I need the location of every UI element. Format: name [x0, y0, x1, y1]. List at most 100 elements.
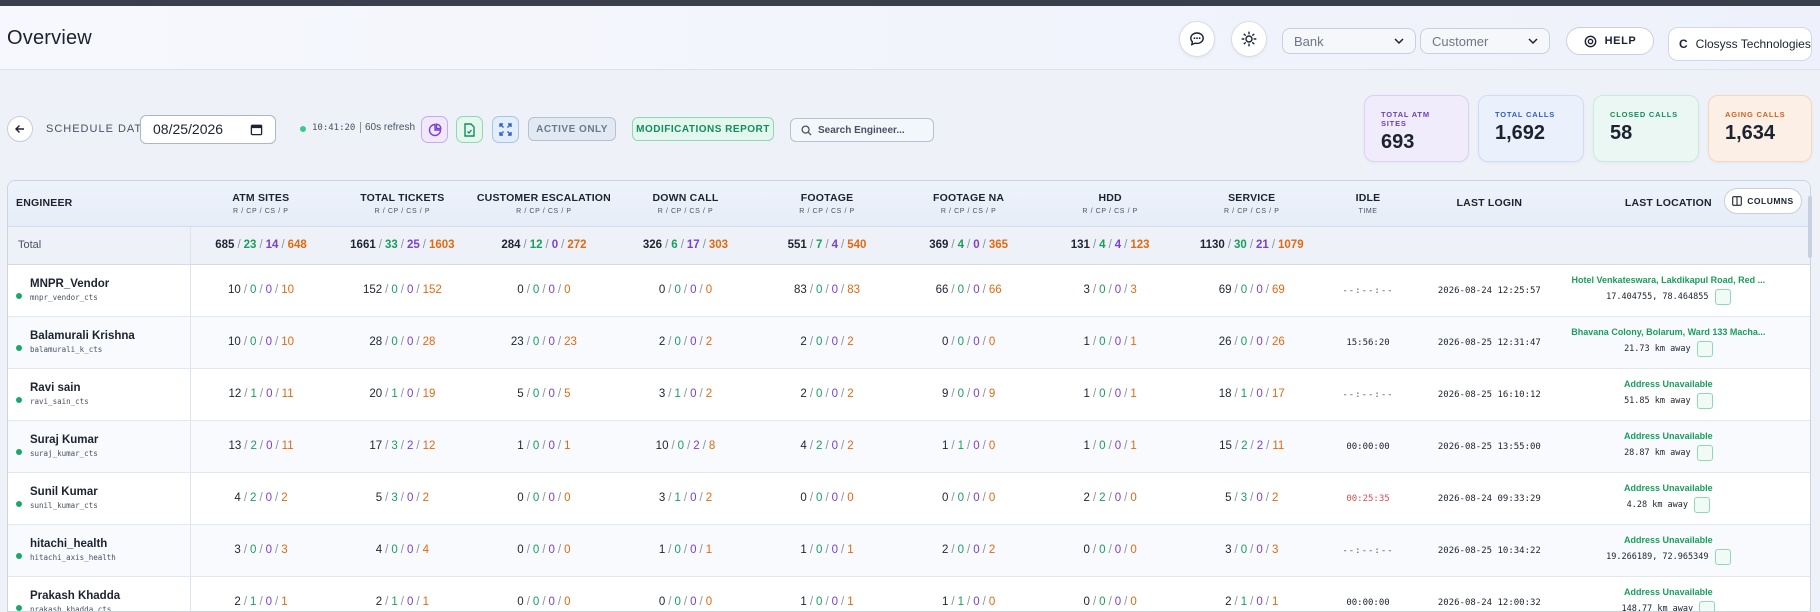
- schedule-date-input[interactable]: 08/25/2026: [140, 115, 276, 144]
- table-row[interactable]: Balamurali Krishna balamurali_k_cts 10/0/0…: [8, 316, 1810, 369]
- count-cp: 2: [816, 440, 823, 452]
- header-footage-na[interactable]: FOOTAGE NA R / CP / CS / P: [897, 181, 1040, 227]
- separator: /: [951, 596, 955, 608]
- table-scrollbar[interactable]: [1808, 196, 1812, 258]
- engineer-cell[interactable]: Balamurali Krishna balamurali_k_cts: [8, 316, 191, 369]
- header-engineer[interactable]: ENGINEER: [8, 181, 191, 227]
- count-r: 12: [228, 388, 242, 400]
- header-total-tickets[interactable]: TOTAL TICKETS R / CP / CS / P: [331, 181, 474, 227]
- separator: /: [385, 336, 389, 348]
- separator: /: [243, 336, 248, 348]
- separator: /: [400, 336, 404, 348]
- count-p: 0: [1130, 544, 1137, 556]
- idle-time: --:--:--: [1342, 286, 1394, 296]
- count-r: 1: [658, 544, 666, 556]
- table-row[interactable]: Suraj Kumar suraj_kumar_cts 13/2/0/11 17/3/…: [8, 420, 1810, 473]
- help-button[interactable]: HELP: [1566, 27, 1654, 55]
- engineer-cell[interactable]: Prakash Khadda prakash_khadda_cts: [8, 576, 191, 611]
- count-cs: 0: [406, 388, 414, 400]
- count-cs: 0: [831, 388, 839, 400]
- engineer-cell[interactable]: hitachi_health hitachi_axis_health: [8, 524, 191, 577]
- down-cell: 0/0/0/0: [614, 264, 757, 317]
- map-pin-button[interactable]: [1714, 549, 1731, 565]
- hdd-cell: 0/0/0/0: [1039, 576, 1181, 611]
- header-atm-sites[interactable]: ATM SITES R / CP / CS / P: [190, 181, 332, 227]
- calendar-icon[interactable]: [250, 123, 263, 136]
- header-hdd[interactable]: HDD R / CP / CS / P: [1039, 181, 1181, 227]
- header-idle[interactable]: IDLE TIME: [1322, 181, 1414, 227]
- separator: /: [1250, 388, 1254, 400]
- header-footage[interactable]: FOOTAGE R / CP / CS / P: [756, 181, 898, 227]
- atm-cell: 10/0/0/10: [190, 264, 332, 317]
- back-button[interactable]: [7, 116, 33, 142]
- map-pin-button[interactable]: [1696, 341, 1713, 357]
- header-service[interactable]: SERVICE R / CP / CS / P: [1180, 181, 1323, 227]
- service-cell: 5/3/0/2: [1180, 472, 1323, 525]
- location-name: Address Unavailable: [1624, 535, 1713, 545]
- map-pin-button[interactable]: [1714, 289, 1731, 305]
- count-cp: 1: [250, 388, 257, 400]
- engineer-cell[interactable]: MNPR_Vendor mnpr_vendor_cts: [8, 264, 191, 317]
- theme-toggle-button[interactable]: [1231, 21, 1267, 57]
- columns-button[interactable]: COLUMNS: [1724, 188, 1802, 214]
- header-last-login[interactable]: LAST LOGIN: [1413, 181, 1566, 227]
- location-detail: 148.77 km away: [1621, 604, 1694, 612]
- count-cs: 0: [1256, 492, 1263, 504]
- count-r: 5: [1225, 492, 1232, 504]
- count-p: 0: [705, 596, 713, 608]
- separator: /: [982, 336, 986, 348]
- schedule-date-label: SCHEDULE DATE: [46, 123, 151, 135]
- active-only-toggle[interactable]: ACTIVE ONLY: [528, 117, 616, 141]
- separator: /: [1265, 284, 1269, 296]
- table-row[interactable]: hitachi_health hitachi_axis_health 3/0/0/3…: [8, 524, 1810, 577]
- map-pin-button[interactable]: [1694, 497, 1711, 513]
- separator: /: [243, 596, 248, 608]
- search-engineer-input[interactable]: Search Engineer...: [790, 118, 934, 142]
- separator: /: [1108, 492, 1112, 504]
- count-r: 1: [941, 440, 949, 452]
- hdd-cell: 1/0/0/1: [1039, 316, 1181, 369]
- header-sub: R / CP / CS / P: [1082, 207, 1138, 215]
- engineer-cell[interactable]: Suraj Kumar suraj_kumar_cts: [8, 420, 191, 473]
- company-menu-button[interactable]: C Closyss Technologies: [1668, 27, 1812, 61]
- spacer-cell: [1771, 368, 1810, 421]
- header-customer-escalation[interactable]: CUSTOMER ESCALATION R / CP / CS / P: [473, 181, 615, 227]
- refresh-interval: 60s refresh: [360, 122, 415, 133]
- separator: /: [1249, 239, 1254, 251]
- separator: /: [542, 544, 546, 556]
- customer-select[interactable]: Customer: [1420, 28, 1550, 54]
- count-p: 11: [281, 440, 294, 452]
- separator: /: [416, 336, 420, 348]
- chat-button[interactable]: [1179, 21, 1215, 57]
- count-p: 1: [1271, 596, 1279, 608]
- chart-view-button[interactable]: [421, 116, 448, 143]
- down-cell: 1/0/0/1: [614, 524, 757, 577]
- count-p: 2: [705, 388, 713, 400]
- count-cs: 2: [406, 440, 414, 452]
- table-row[interactable]: Prakash Khadda prakash_khadda_cts 2/1/0/1 2…: [8, 576, 1810, 612]
- bank-select[interactable]: Bank: [1282, 28, 1416, 54]
- separator: /: [281, 239, 285, 251]
- engineer-cell[interactable]: Sunil Kumar sunil_kumar_cts: [8, 472, 191, 525]
- count-p: 0: [1130, 596, 1137, 608]
- table-row[interactable]: Ravi sain ravi_sain_cts 12/1/0/11 20/1/0/19…: [8, 368, 1810, 421]
- footage-cell: 4/2/0/2: [756, 420, 898, 473]
- count-cs: 0: [831, 284, 839, 296]
- map-pin-button[interactable]: [1696, 445, 1713, 461]
- count-p: 26: [1271, 336, 1285, 348]
- export-report-button[interactable]: [456, 116, 483, 143]
- separator: /: [1250, 284, 1254, 296]
- count-p: 2: [847, 336, 854, 348]
- table-row[interactable]: MNPR_Vendor mnpr_vendor_cts 10/0/0/10 152/0…: [8, 264, 1810, 317]
- header-down-call[interactable]: DOWN CALL R / CP / CS / P: [614, 181, 757, 227]
- separator: /: [385, 284, 389, 296]
- engineer-cell[interactable]: Ravi sain ravi_sain_cts: [8, 368, 191, 421]
- separator: /: [982, 239, 986, 251]
- atm-cell: 3/0/0/3: [190, 524, 332, 577]
- fullscreen-button[interactable]: [492, 116, 519, 143]
- table-row[interactable]: Sunil Kumar sunil_kumar_cts 4/2/0/2 5/3/0/2…: [8, 472, 1810, 525]
- count-p: 3: [1130, 284, 1137, 296]
- map-pin-button[interactable]: [1696, 393, 1713, 409]
- map-pin-button[interactable]: [1699, 601, 1716, 611]
- modifications-report-button[interactable]: MODIFICATIONS REPORT: [632, 117, 774, 141]
